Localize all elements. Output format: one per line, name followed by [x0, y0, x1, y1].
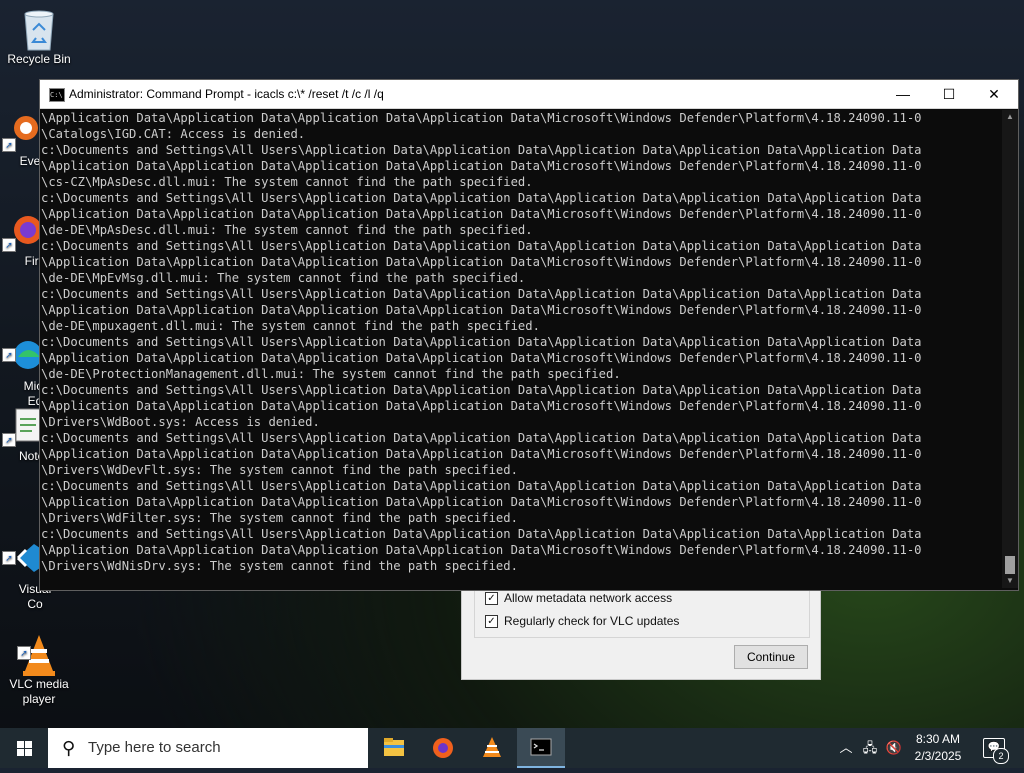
taskbar: ⚲ Type here to search ︿ 🖧 🔇 8:30 AM 2/3/… [0, 728, 1024, 768]
vlc-updates-label: Regularly check for VLC updates [504, 614, 680, 628]
taskbar-firefox[interactable] [419, 728, 467, 768]
notepad-icon: ➚ [2, 405, 44, 447]
desktop-icon-label: VLC media player [9, 677, 69, 706]
edge-icon: ➚ [2, 320, 44, 369]
vlc-icon [483, 737, 501, 757]
minimize-button[interactable]: — [880, 80, 926, 108]
desktop-icon-label: Recycle Bin [7, 52, 71, 66]
scroll-down-arrow-icon[interactable]: ▼ [1002, 574, 1018, 588]
search-icon: ⚲ [62, 738, 76, 758]
console-line: \de-DE\mpuxagent.dll.mui: The system can… [41, 319, 540, 333]
console-line: \de-DE\MpEvMsg.dll.mui: The system canno… [41, 271, 526, 285]
checkbox-checked-icon: ✓ [485, 614, 498, 628]
console-line: c:\Documents and Settings\All Users\Appl… [41, 383, 922, 397]
shortcut-arrow-icon: ➚ [2, 433, 16, 447]
console-output[interactable]: \Application Data\Application Data\Appli… [40, 110, 1003, 582]
console-line: \Drivers\WdNisDrv.sys: The system cannot… [41, 559, 518, 573]
shortcut-arrow-icon: ➚ [2, 551, 16, 565]
console-line: \de-DE\ProtectionManagement.dll.mui: The… [41, 367, 621, 381]
console-line: c:\Documents and Settings\All Users\Appl… [41, 335, 922, 349]
metadata-access-checkbox[interactable]: ✓ Allow metadata network access [485, 591, 672, 605]
vertical-scrollbar[interactable]: ▲ ▼ [1002, 110, 1018, 588]
windows-logo-icon [17, 741, 32, 756]
start-button[interactable] [0, 728, 48, 768]
console-line: \Application Data\Application Data\Appli… [41, 255, 922, 269]
firefox-icon: ➚ [2, 210, 44, 252]
recycle-bin-icon [19, 8, 59, 51]
console-line: \Drivers\WdFilter.sys: The system cannot… [41, 511, 518, 525]
network-icon[interactable]: 🖧 [860, 728, 880, 768]
console-line: \Application Data\Application Data\Appli… [41, 399, 922, 413]
console-line: c:\Documents and Settings\All Users\Appl… [41, 527, 922, 541]
vscode-icon: ➚ [2, 523, 44, 572]
console-line: \Catalogs\IGD.CAT: Access is denied. [41, 127, 306, 141]
console-line: \Drivers\WdDevFlt.sys: The system cannot… [41, 463, 518, 477]
continue-button[interactable]: Continue [734, 645, 808, 669]
file-explorer-icon [384, 738, 404, 756]
taskbar-file-explorer[interactable] [370, 728, 418, 768]
clock-time: 8:30 AM [915, 732, 961, 746]
vlc-privacy-dialog: ✓ Allow metadata network access ✓ Regula… [461, 588, 821, 680]
window-title: Administrator: Command Prompt - icacls c… [69, 87, 384, 101]
vlc-icon: ➚ [17, 618, 59, 676]
console-line: \Application Data\Application Data\Appli… [41, 543, 922, 557]
console-line: \Drivers\WdBoot.sys: Access is denied. [41, 415, 320, 429]
command-prompt-icon [530, 738, 552, 756]
console-line: c:\Documents and Settings\All Users\Appl… [41, 287, 922, 301]
console-line: \Application Data\Application Data\Appli… [41, 351, 922, 365]
taskbar-search-box[interactable]: ⚲ Type here to search [48, 728, 368, 768]
desktop-icon-recycle-bin[interactable]: Recycle Bin [1, 8, 77, 67]
volume-muted-icon[interactable]: 🔇 [884, 728, 904, 768]
clock-date: 2/3/2025 [914, 749, 962, 763]
taskbar-command-prompt[interactable] [517, 728, 565, 768]
vlc-updates-checkbox[interactable]: ✓ Regularly check for VLC updates [485, 614, 679, 628]
show-hidden-icons-chevron-icon[interactable]: ︿ [838, 728, 854, 768]
console-line: \Application Data\Application Data\Appli… [41, 495, 922, 509]
console-line: c:\Documents and Settings\All Users\Appl… [41, 191, 922, 205]
search-placeholder: Type here to search [88, 739, 221, 756]
console-line: \Application Data\Application Data\Appli… [41, 303, 922, 317]
console-line: \Application Data\Application Data\Appli… [41, 159, 922, 173]
console-line: c:\Documents and Settings\All Users\Appl… [41, 431, 922, 445]
command-prompt-window[interactable]: C:\ Administrator: Command Prompt - icac… [39, 79, 1019, 591]
everything-icon: ➚ [2, 110, 44, 152]
notification-count-badge: 2 [993, 748, 1009, 764]
command-prompt-icon: C:\ [49, 88, 65, 102]
shortcut-arrow-icon: ➚ [2, 138, 16, 152]
console-line: \Application Data\Application Data\Appli… [41, 207, 922, 221]
system-clock[interactable]: 8:30 AM 2/3/2025 [905, 731, 971, 765]
desktop-icon-vlc[interactable]: ➚ VLC media player [1, 603, 77, 722]
scrollbar-thumb[interactable] [1005, 556, 1015, 574]
shortcut-arrow-icon: ➚ [2, 238, 16, 252]
shortcut-arrow-icon: ➚ [2, 348, 16, 362]
console-line: c:\Documents and Settings\All Users\Appl… [41, 479, 922, 493]
scroll-up-arrow-icon[interactable]: ▲ [1002, 110, 1018, 124]
shortcut-arrow-icon: ➚ [17, 646, 31, 660]
maximize-button[interactable]: ☐ [926, 80, 972, 108]
checkbox-checked-icon: ✓ [485, 591, 498, 605]
taskbar-vlc[interactable] [468, 728, 516, 768]
console-line: \Application Data\Application Data\Appli… [41, 447, 922, 461]
console-line: c:\Documents and Settings\All Users\Appl… [41, 239, 922, 253]
firefox-icon [433, 738, 453, 758]
console-line: \de-DE\MpAsDesc.dll.mui: The system cann… [41, 223, 533, 237]
console-line: c:\Documents and Settings\All Users\Appl… [41, 143, 922, 157]
metadata-access-label: Allow metadata network access [504, 591, 673, 605]
console-line: \cs-CZ\MpAsDesc.dll.mui: The system cann… [41, 175, 533, 189]
vlc-options-group: ✓ Allow metadata network access ✓ Regula… [474, 589, 810, 638]
console-line: \Application Data\Application Data\Appli… [41, 111, 922, 125]
title-bar[interactable]: C:\ Administrator: Command Prompt - icac… [40, 80, 1018, 109]
close-button[interactable]: ✕ [971, 80, 1017, 108]
